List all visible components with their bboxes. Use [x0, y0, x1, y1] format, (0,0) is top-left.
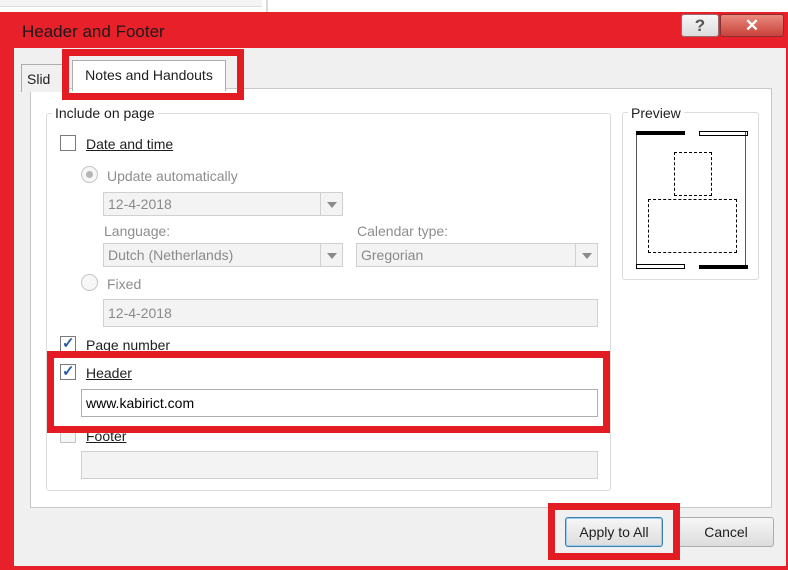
tab-notes-and-handouts[interactable]: Notes and Handouts [72, 60, 226, 91]
background-separator [266, 0, 268, 12]
apply-to-all-button[interactable]: Apply to All [565, 517, 663, 547]
help-button[interactable]: ? [681, 14, 719, 37]
header-text-input[interactable]: www.kabirict.com [81, 389, 598, 417]
cancel-button[interactable]: Cancel [678, 517, 774, 547]
page-number-label-text: Page number [86, 337, 171, 353]
date-time-label-text: Date and time [86, 136, 174, 152]
footer-checkbox[interactable] [60, 427, 76, 443]
preview-label: Preview [628, 105, 684, 121]
preview-header-left [636, 131, 685, 135]
calendar-type-value: Gregorian [361, 247, 424, 263]
language-combo[interactable]: Dutch (Netherlands) [103, 243, 343, 267]
date-format-combo[interactable]: 12-4-2018 [103, 192, 343, 216]
header-checkbox[interactable] [60, 362, 76, 380]
calendar-type-label: Calendar type: [357, 223, 449, 239]
update-automatically-label: Update automatically [107, 168, 238, 184]
language-value: Dutch (Netherlands) [108, 247, 234, 263]
date-time-checkbox[interactable] [60, 135, 76, 151]
notes-page-preview [636, 131, 748, 269]
tab-slide[interactable]: Slid [21, 64, 69, 92]
fixed-date-field[interactable]: 12-4-2018 [103, 299, 598, 327]
background-app-strip [0, 0, 788, 12]
calendar-type-combo[interactable]: Gregorian [356, 243, 598, 267]
page-number-label: Page number [86, 337, 170, 353]
footer-text-input[interactable] [81, 451, 598, 479]
chevron-down-icon[interactable] [320, 244, 342, 266]
language-label: Language: [104, 223, 171, 239]
date-format-value: 12-4-2018 [108, 196, 172, 212]
chevron-down-icon[interactable] [575, 244, 597, 266]
page-number-checkbox[interactable] [60, 334, 76, 352]
close-button[interactable]: ✕ [720, 14, 784, 37]
dialog-title: Header and Footer [22, 22, 165, 41]
preview-footer-left [636, 264, 685, 269]
footer-label-text: Footer [86, 428, 127, 444]
preview-notes-placeholder [648, 199, 737, 253]
preview-header-right [699, 131, 748, 136]
fixed-radio[interactable] [81, 274, 98, 291]
include-on-page-label: Include on page [52, 105, 158, 121]
date-time-label: Date and time [86, 136, 173, 152]
preview-footer-right [699, 265, 748, 269]
footer-label: Footer [86, 428, 126, 444]
background-toolbar [0, 0, 262, 7]
fixed-label: Fixed [107, 276, 142, 292]
chevron-down-icon[interactable] [320, 193, 342, 215]
update-automatically-radio[interactable] [81, 166, 98, 183]
preview-slide-placeholder [674, 152, 712, 196]
header-label: Header [86, 365, 132, 381]
header-label-text: Header [86, 365, 132, 381]
